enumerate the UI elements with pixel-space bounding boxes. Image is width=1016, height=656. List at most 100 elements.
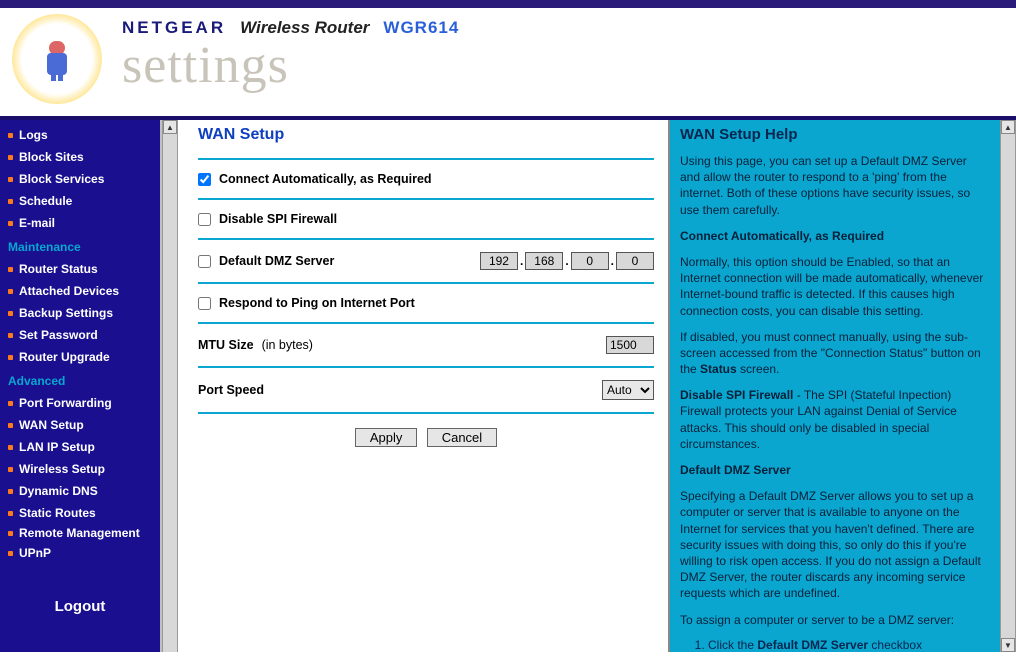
sidebar-item-router-upgrade[interactable]: Router Upgrade [6, 346, 154, 368]
respond-ping-checkbox[interactable] [198, 297, 211, 310]
bullet-icon [8, 177, 13, 182]
page-title: WAN Setup [198, 126, 654, 144]
dot-icon: . [565, 254, 568, 268]
bullet-icon [8, 267, 13, 272]
help-step-1: Click the Default DMZ Server checkbox [708, 638, 990, 652]
divider [198, 238, 654, 240]
sidebar-item-lan-ip-setup[interactable]: LAN IP Setup [6, 436, 154, 458]
dot-icon: . [611, 254, 614, 268]
dmz-checkbox[interactable] [198, 255, 211, 268]
scroll-up-icon[interactable]: ▲ [163, 120, 177, 134]
sidebar-item-wireless-setup[interactable]: Wireless Setup [6, 458, 154, 480]
sidebar-item-static-routes[interactable]: Static Routes [6, 502, 154, 524]
disable-spi-label: Disable SPI Firewall [219, 212, 337, 226]
sidebar-item-logs[interactable]: Logs [6, 124, 154, 146]
sidebar-item-port-forwarding[interactable]: Port Forwarding [6, 392, 154, 414]
sidebar-item-schedule[interactable]: Schedule [6, 190, 154, 212]
sidebar-item-label: WAN Setup [19, 416, 84, 434]
sidebar-item-label: Backup Settings [19, 304, 113, 322]
bullet-icon [8, 221, 13, 226]
sidebar-item-label: Schedule [19, 192, 72, 210]
help-title: WAN Setup Help [680, 126, 990, 143]
content-wrap: ▲ WAN Setup Connect Automatically, as Re… [160, 120, 1016, 652]
help-assign-p: To assign a computer or server to be a D… [680, 612, 990, 628]
bullet-icon [8, 355, 13, 360]
sidebar-item-email[interactable]: E-mail [6, 212, 154, 234]
sidebar-item-router-status[interactable]: Router Status [6, 258, 154, 280]
sidebar-item-label: Attached Devices [19, 282, 119, 300]
bullet-icon [8, 311, 13, 316]
mtu-label: MTU Size [198, 338, 254, 352]
scroll-up-icon[interactable]: ▲ [1001, 120, 1015, 134]
sidebar-item-label: Set Password [19, 326, 98, 344]
help-steps-list: Click the Default DMZ Server checkbox Ty… [708, 638, 990, 652]
help-dmz-p: Specifying a Default DMZ Server allows y… [680, 488, 990, 601]
divider [198, 198, 654, 200]
mtu-input[interactable] [606, 336, 654, 354]
dmz-ip-a[interactable] [480, 252, 518, 270]
divider [198, 322, 654, 324]
bullet-icon [8, 489, 13, 494]
bullet-icon [8, 289, 13, 294]
bullet-icon [8, 401, 13, 406]
bullet-icon [8, 511, 13, 516]
sidebar-item-label: Logs [19, 126, 48, 144]
help-connect-p2: If disabled, you must connect manually, … [680, 329, 990, 378]
row-connect-auto: Connect Automatically, as Required [198, 166, 654, 192]
port-speed-label: Port Speed [198, 383, 264, 397]
bullet-icon [8, 551, 13, 556]
logo-glyph-icon [37, 35, 77, 83]
row-disable-spi: Disable SPI Firewall [198, 206, 654, 232]
dmz-ip-d[interactable] [616, 252, 654, 270]
bullet-icon [8, 531, 13, 536]
sidebar-item-dynamic-dns[interactable]: Dynamic DNS [6, 480, 154, 502]
sidebar-item-label: Router Status [19, 260, 98, 278]
sidebar-item-label: Port Forwarding [19, 394, 112, 412]
bullet-icon [8, 133, 13, 138]
help-heading-dmz: Default DMZ Server [680, 463, 791, 477]
product-name: Wireless Router [240, 18, 369, 38]
sidebar-item-upnp[interactable]: UPnP [6, 542, 154, 564]
sidebar-item-attached-devices[interactable]: Attached Devices [6, 280, 154, 302]
disable-spi-checkbox[interactable] [198, 213, 211, 226]
bullet-icon [8, 199, 13, 204]
sidebar-item-block-sites[interactable]: Block Sites [6, 146, 154, 168]
bullet-icon [8, 467, 13, 472]
sidebar-item-label: Remote Management [19, 526, 140, 540]
logout-button[interactable]: Logout [6, 588, 154, 627]
header: NETGEAR Wireless Router WGR614 settings [0, 8, 1016, 120]
dmz-ip-c[interactable] [571, 252, 609, 270]
help-spi-p: Disable SPI Firewall - The SPI (Stateful… [680, 387, 990, 452]
dmz-ip-group: . . . [480, 252, 654, 270]
main-area: Logs Block Sites Block Services Schedule… [0, 120, 1016, 652]
sidebar-item-label: LAN IP Setup [19, 438, 95, 456]
cancel-button[interactable]: Cancel [427, 428, 497, 447]
sidebar-item-wan-setup[interactable]: WAN Setup [6, 414, 154, 436]
help-scrollbar[interactable]: ▲ ▼ [1000, 120, 1016, 652]
row-dmz: Default DMZ Server . . . [198, 246, 654, 276]
sidebar-item-backup-settings[interactable]: Backup Settings [6, 302, 154, 324]
sidebar-item-block-services[interactable]: Block Services [6, 168, 154, 190]
sidebar-item-label: Wireless Setup [19, 460, 105, 478]
content-panel: WAN Setup Connect Automatically, as Requ… [178, 120, 668, 652]
row-respond-ping: Respond to Ping on Internet Port [198, 290, 654, 316]
row-mtu: MTU Size (in bytes) [198, 330, 654, 360]
settings-heading: settings [122, 40, 459, 92]
connect-auto-label: Connect Automatically, as Required [219, 172, 432, 186]
content-scrollbar[interactable]: ▲ [162, 120, 178, 652]
divider [198, 282, 654, 284]
sidebar-section-advanced: Advanced [6, 368, 154, 392]
sidebar-item-set-password[interactable]: Set Password [6, 324, 154, 346]
scroll-down-icon[interactable]: ▼ [1001, 638, 1015, 652]
help-connect-p1: Normally, this option should be Enabled,… [680, 254, 990, 319]
sidebar-item-remote-management[interactable]: Remote Management [6, 524, 154, 542]
port-speed-select[interactable]: Auto [602, 380, 654, 400]
apply-button[interactable]: Apply [355, 428, 418, 447]
bullet-icon [8, 155, 13, 160]
bullet-icon [8, 445, 13, 450]
sidebar-item-label: Block Sites [19, 148, 84, 166]
connect-auto-checkbox[interactable] [198, 173, 211, 186]
sidebar-item-label: E-mail [19, 214, 55, 232]
dmz-ip-b[interactable] [525, 252, 563, 270]
mtu-sublabel: (in bytes) [262, 338, 313, 352]
